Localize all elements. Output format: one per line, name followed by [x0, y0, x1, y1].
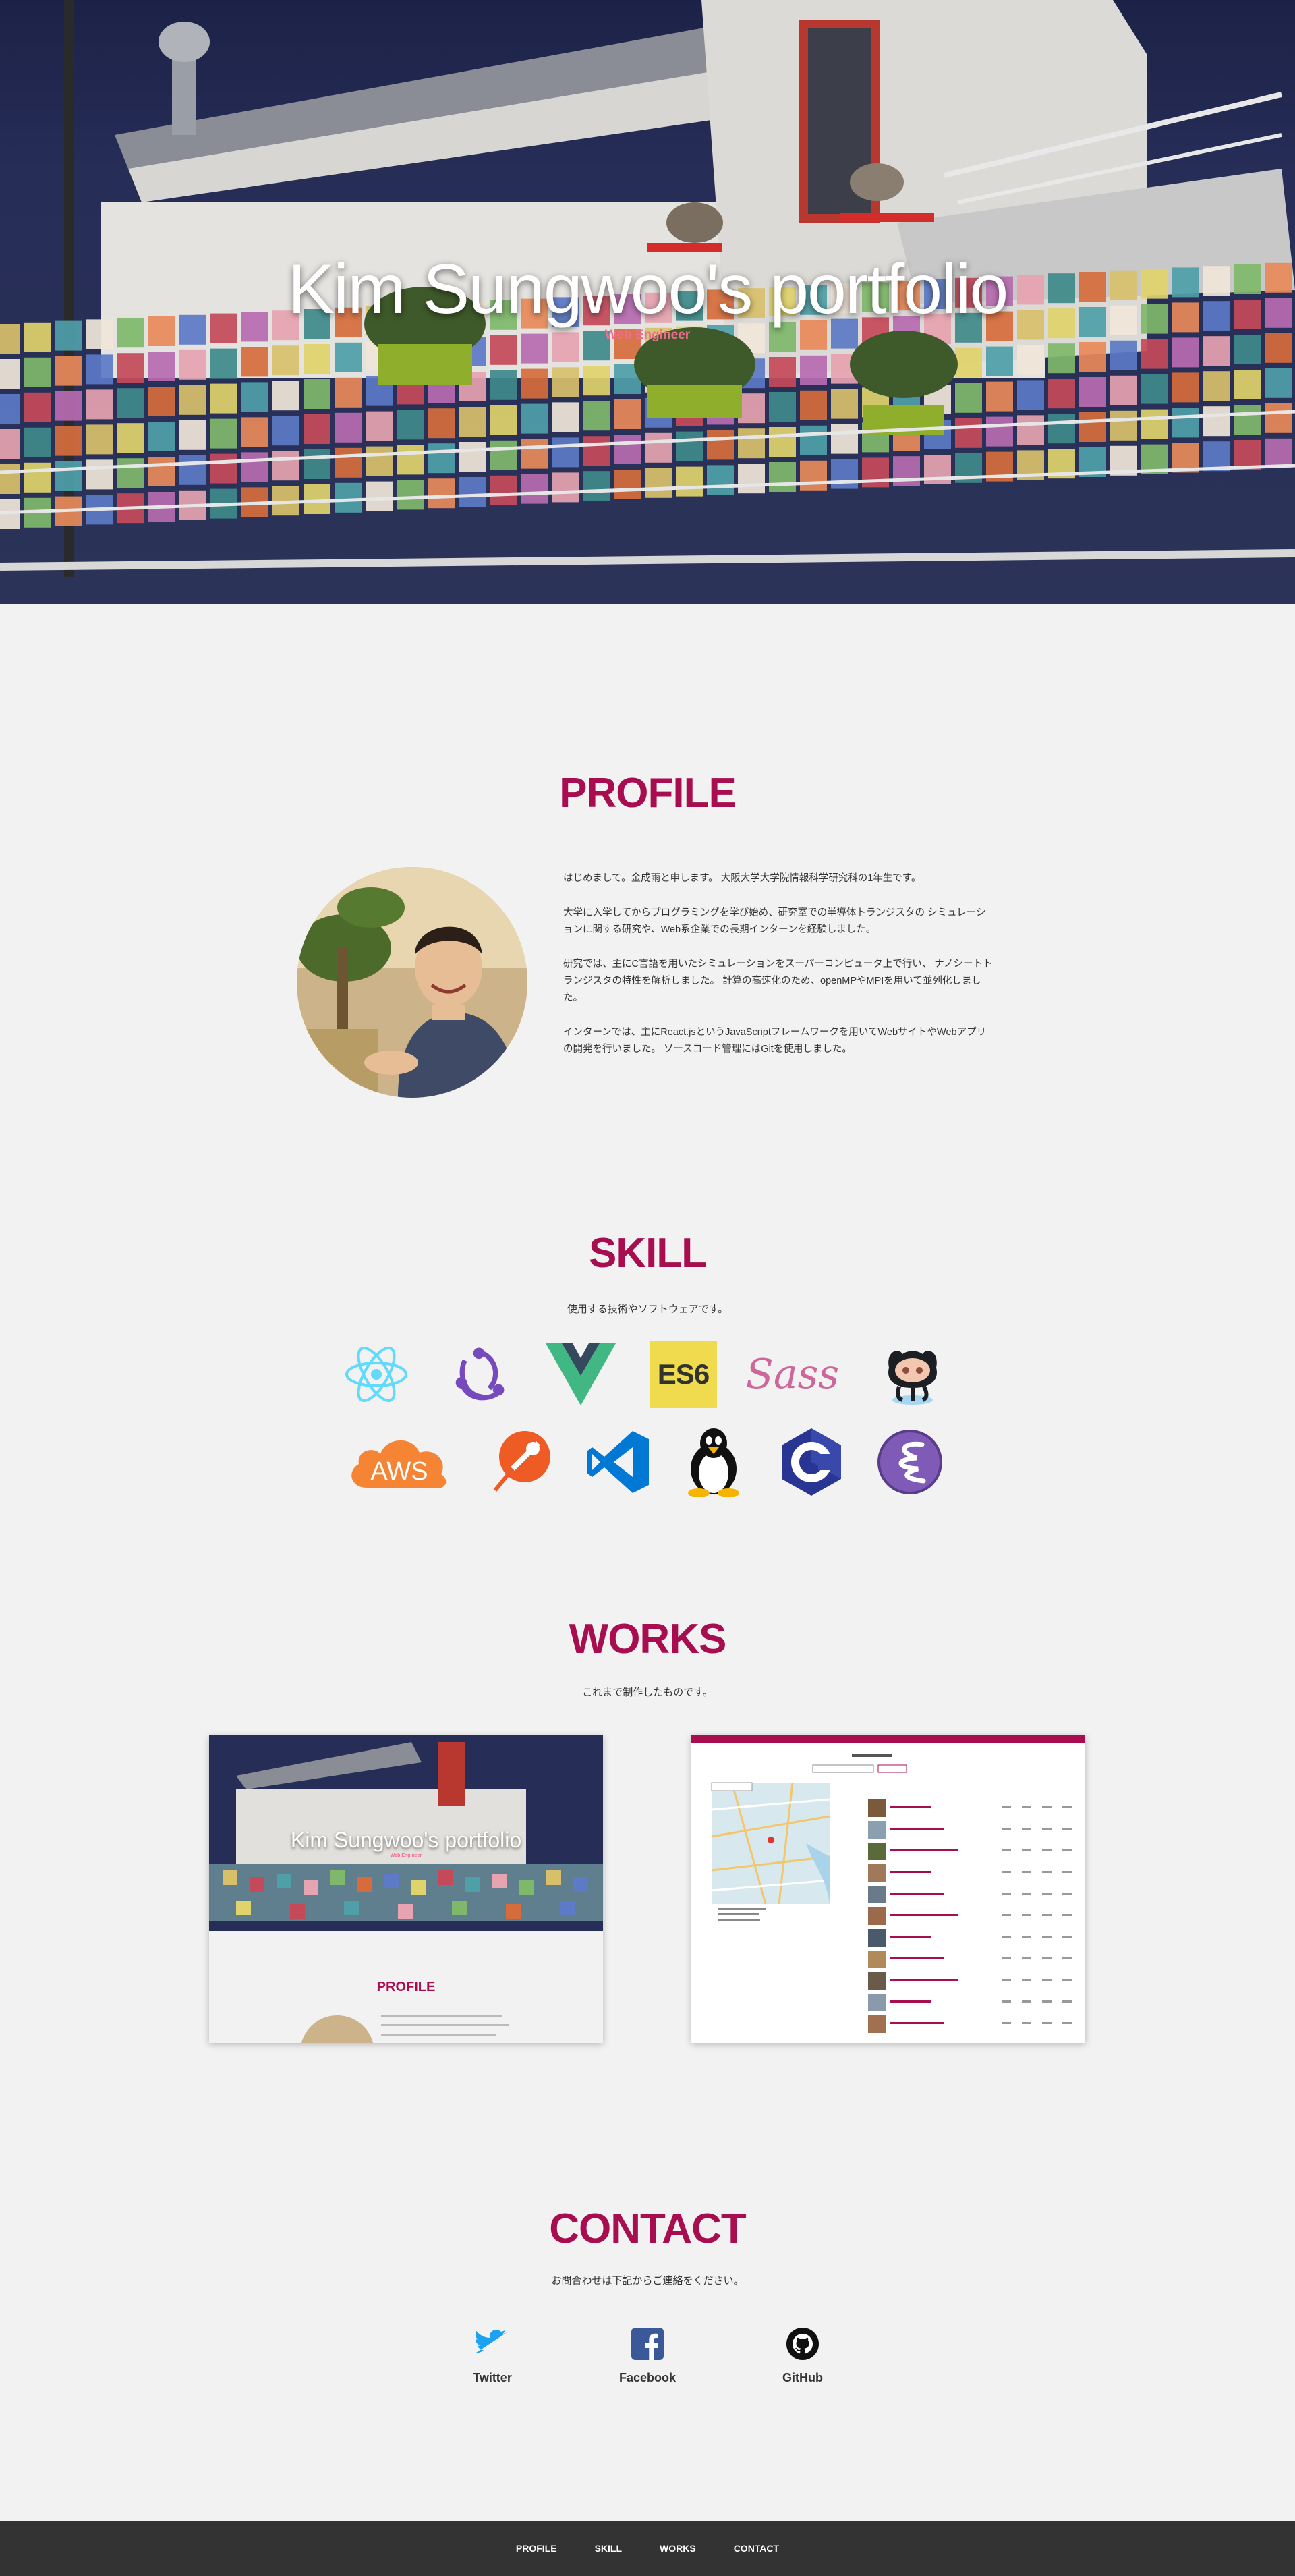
profile-paragraph: 大学に入学してからプログラミングを学び始め、研究室での半導体トランジスタの シミ… [563, 907, 986, 935]
contact-description: お問合わせは下記からご連絡をください。 [551, 2275, 744, 2287]
contact-label-github: GitHub [782, 2371, 823, 2384]
work-card-web-app[interactable] [691, 1735, 1085, 2043]
hero-section: Kim Sungwoo's portfolio Web Engineer [0, 0, 1295, 604]
works-description: これまで制作したものです。 [582, 1687, 713, 1698]
profile-paragraph: はじめまして。金成雨と申します。 大阪大学大学院情報科学研究科の1年生です。 [563, 873, 921, 884]
github-octocat-icon [872, 1337, 946, 1411]
skill-heading: SKILL [588, 1230, 707, 1277]
profile-heading: PROFILE [559, 770, 737, 816]
contact-label-twitter: Twitter [473, 2371, 512, 2384]
twitter-icon [475, 2326, 510, 2361]
work-card-section-heading: PROFILE [376, 1980, 436, 1994]
contact-link-twitter[interactable]: Twitter [438, 2326, 546, 2385]
skill-row: ES6 Sass [0, 1337, 1295, 1411]
footer-nav: PROFILE SKILL WORKS CONTACT [0, 2521, 1295, 2554]
footer: PROFILE SKILL WORKS CONTACT [0, 2521, 1295, 2576]
footer-link-contact[interactable]: CONTACT [734, 2543, 779, 2554]
skill-section: SKILL 使用する技術やソフトウェアです。 ES6 Sass AWS [0, 1229, 1295, 1497]
github-icon [785, 2326, 820, 2361]
footer-link-skill[interactable]: SKILL [595, 2543, 622, 2554]
skill-row: AWS [0, 1425, 1295, 1499]
footer-link-profile[interactable]: PROFILE [516, 2543, 557, 2554]
work-card-subtitle: Web Engineer [390, 1853, 422, 1858]
work-card-title: Kim Sungwoo's portfolio [290, 1828, 522, 1852]
profile-avatar [297, 867, 527, 1098]
work-card-portfolio[interactable]: Kim Sungwoo's portfolio Web Engineer PRO… [209, 1735, 603, 2043]
contact-link-github[interactable]: GitHub [749, 2326, 857, 2385]
contact-link-facebook[interactable]: Facebook [594, 2326, 701, 2385]
profile-paragraph: インターンでは、主にReact.jsというJavaScriptフレームワークを用… [563, 1027, 987, 1055]
profile-section: PROFILE はじめまして。金成雨と申します。 大阪大学大学院情報科学研究科の… [0, 769, 1295, 1098]
hero-subtitle: Web Engineer [604, 328, 691, 342]
profile-paragraph: 研究では、主にC言語を用いたシミュレーションをスーパーコンピュータ上で行い、 ナ… [563, 959, 993, 1003]
postman-icon [482, 1425, 556, 1499]
hero-title: Kim Sungwoo's portfolio [287, 250, 1008, 329]
skill-description: 使用する技術やソフトウェアです。 [567, 1304, 728, 1315]
es6-icon: ES6 [646, 1337, 720, 1411]
contact-heading: CONTACT [549, 2206, 746, 2252]
contact-label-facebook: Facebook [618, 2371, 677, 2384]
profile-body: はじめまして。金成雨と申します。 大阪大学大学院情報科学研究科の1年生です。 大… [297, 867, 998, 1103]
c-language-icon [774, 1425, 848, 1499]
facebook-icon [630, 2326, 665, 2361]
vscode-icon [581, 1425, 655, 1499]
sass-icon: Sass [745, 1351, 840, 1398]
linux-tux-icon [677, 1425, 751, 1499]
vue-icon [544, 1337, 618, 1411]
emacs-icon [873, 1425, 947, 1499]
footer-link-works[interactable]: WORKS [660, 2543, 696, 2554]
contact-section: CONTACT お問合わせは下記からご連絡をください。 Twitter Face… [0, 2205, 1295, 2384]
aws-icon: AWS [345, 1425, 453, 1499]
svg-text:AWS: AWS [370, 1457, 428, 1486]
react-icon [339, 1337, 413, 1411]
redux-icon [442, 1337, 516, 1411]
works-section: WORKS これまで制作したものです。 Kim Sungwoo's portfo… [0, 1615, 1295, 2043]
profile-text: はじめまして。金成雨と申します。 大阪大学大学院情報科学研究科の1年生です。 大… [563, 870, 995, 1075]
works-heading: WORKS [569, 1616, 727, 1662]
